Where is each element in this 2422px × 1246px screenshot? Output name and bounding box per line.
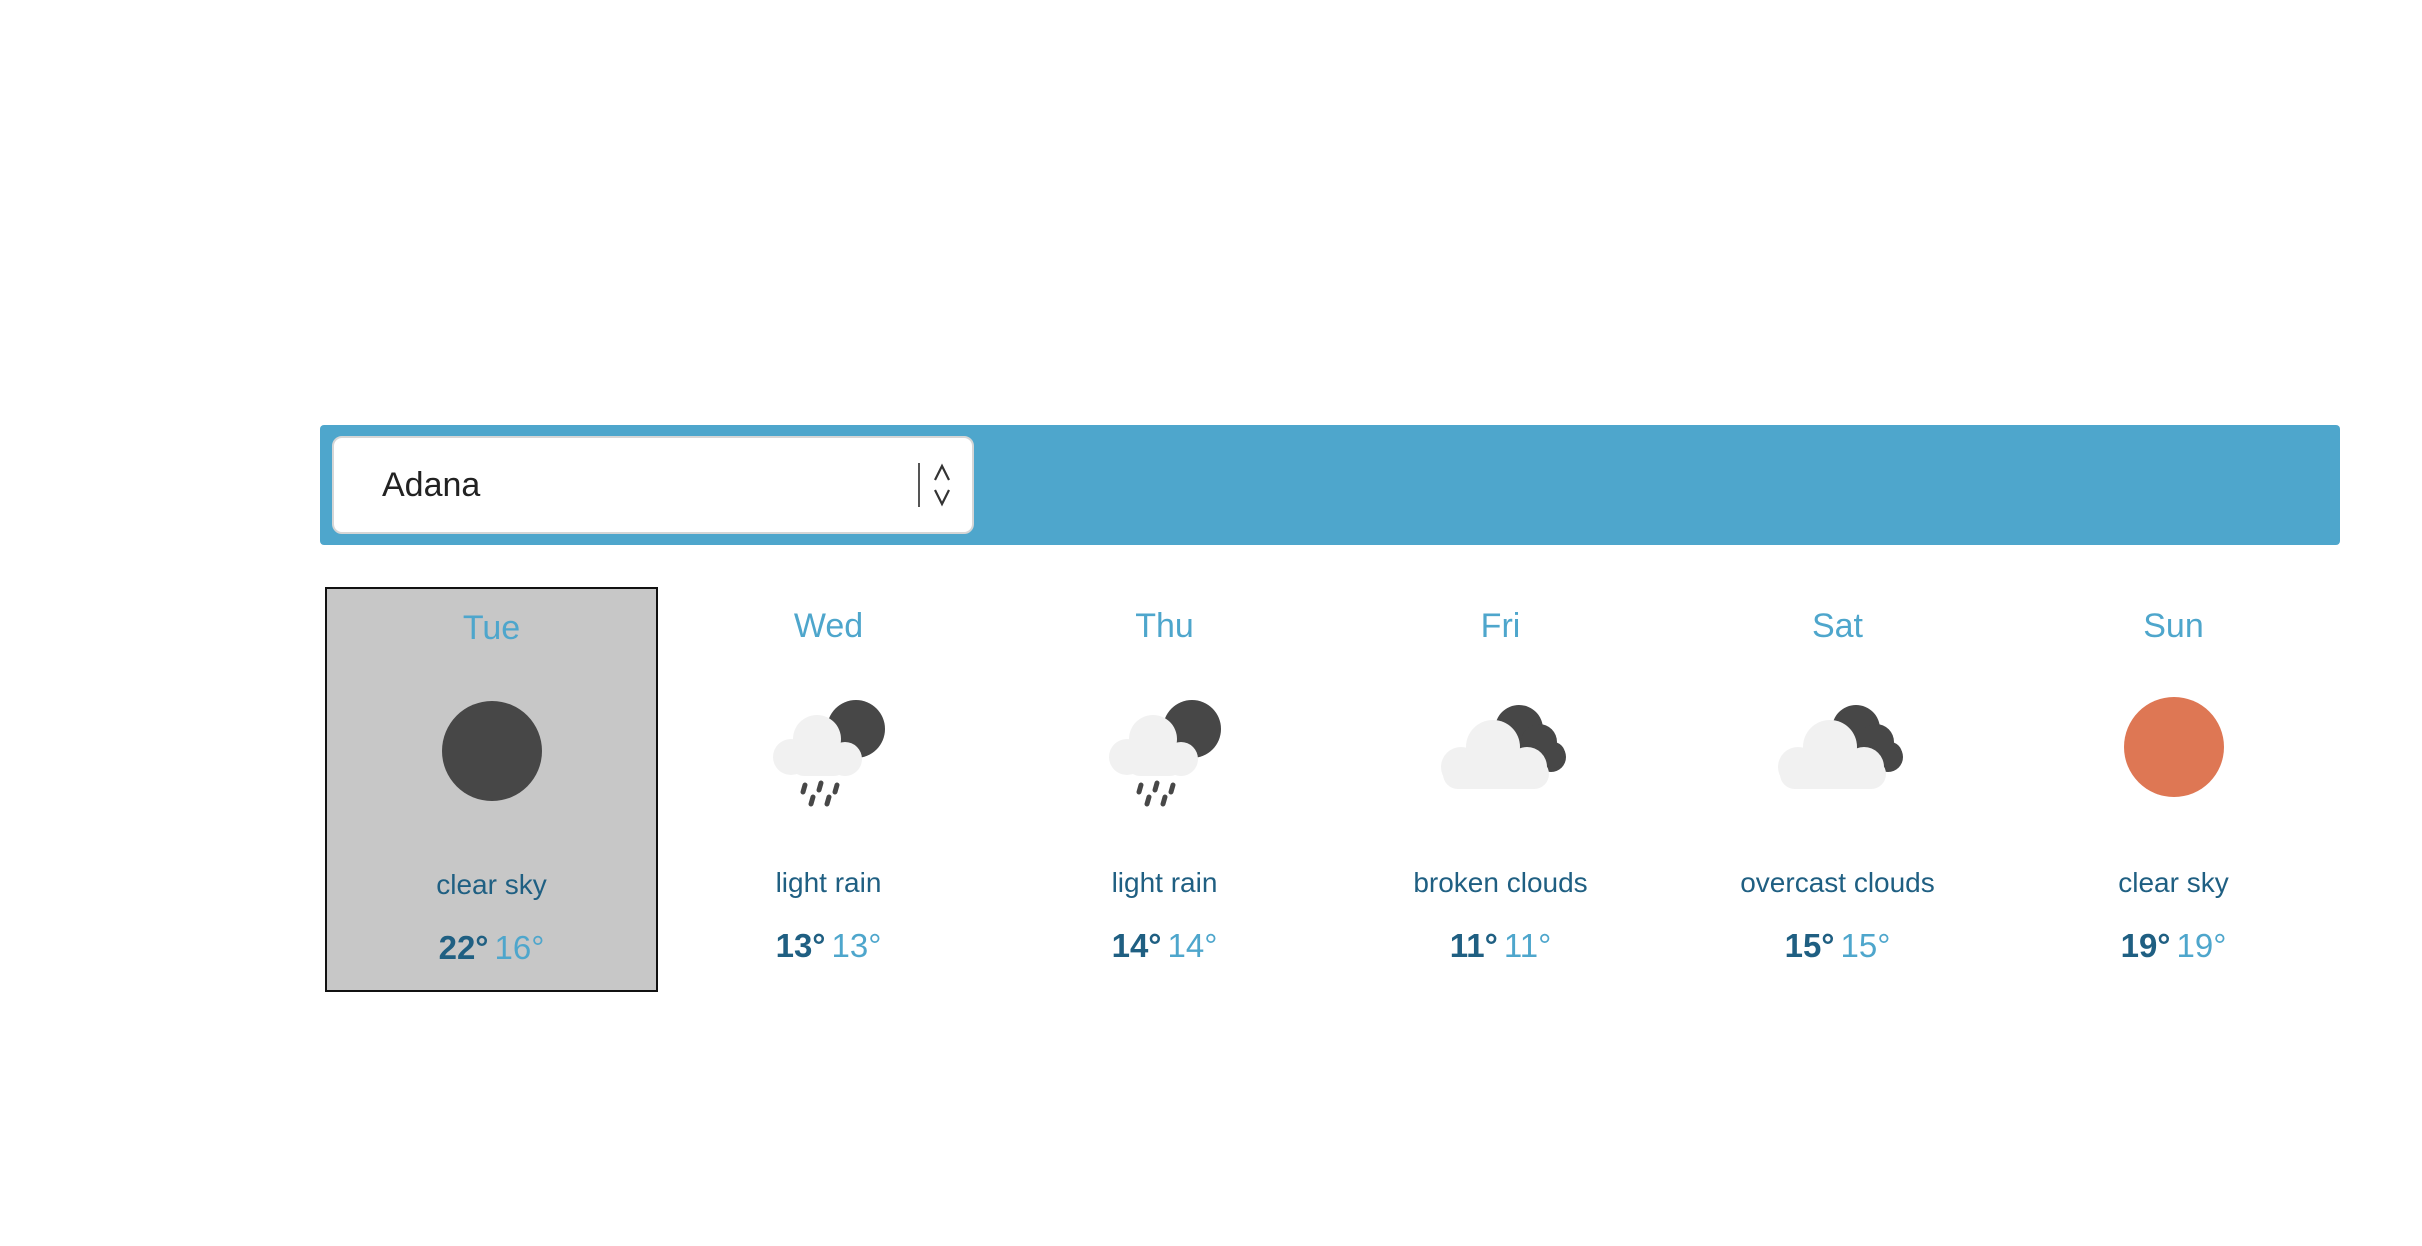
top-bar: Adana <box>320 425 2340 545</box>
forecast-day-wed[interactable]: Wed light rain 13° 13° <box>662 587 995 992</box>
day-name: Sat <box>1811 607 1864 645</box>
temp-high: 19° <box>2120 927 2171 964</box>
day-name: Tue <box>462 609 521 647</box>
weather-description: broken clouds <box>1413 867 1588 898</box>
weather-description: clear sky <box>436 869 547 900</box>
weather-description: overcast clouds <box>1740 867 1935 898</box>
clear-sky-night-icon <box>441 701 542 801</box>
temp-low: 11° <box>1503 927 1552 964</box>
forecast-day-fri[interactable]: Fri broken clouds 11° 11° <box>1334 587 1667 992</box>
temperature-range: 13° 13° <box>662 927 995 965</box>
select-separator <box>918 463 920 507</box>
temp-low: 14° <box>1167 927 1218 964</box>
temp-low: 16° <box>494 929 545 966</box>
day-name: Fri <box>1480 607 1521 645</box>
city-select-value: Adana <box>382 466 481 504</box>
forecast-day-sat[interactable]: Sat overcast clouds 15° 15° <box>1671 587 2004 992</box>
temp-high: 15° <box>1784 927 1835 964</box>
weather-page: Adana Tue clear sky 22° 16° Wed light ra… <box>0 0 2422 1246</box>
weather-description: clear sky <box>2118 867 2229 898</box>
temp-low: 15° <box>1840 927 1891 964</box>
temp-low: 19° <box>2176 927 2227 964</box>
day-name: Sun <box>2143 607 2204 645</box>
forecast-day-tue[interactable]: Tue clear sky 22° 16° <box>325 587 658 992</box>
broken-clouds-icon <box>1440 705 1566 789</box>
temp-high: 14° <box>1111 927 1162 964</box>
temp-low: 13° <box>831 927 882 964</box>
light-rain-night-icon <box>1108 700 1221 807</box>
temp-high: 11° <box>1449 927 1498 964</box>
weather-description: light rain <box>775 867 882 898</box>
forecast-day-thu[interactable]: Thu light rain 14° 14° <box>998 587 1331 992</box>
forecast-list: Tue clear sky 22° 16° Wed light rain 13°… <box>325 587 2337 992</box>
temperature-range: 22° 16° <box>327 929 656 967</box>
city-select[interactable]: Adana <box>332 436 974 534</box>
temperature-range: 14° 14° <box>998 927 1331 965</box>
overcast-clouds-icon <box>1777 705 1903 789</box>
weather-description: light rain <box>1111 867 1218 898</box>
day-name: Thu <box>1135 607 1194 645</box>
light-rain-night-icon <box>772 700 885 807</box>
temperature-range: 15° 15° <box>1671 927 2004 965</box>
forecast-day-sun[interactable]: Sun clear sky 19° 19° <box>2007 587 2340 992</box>
temp-high: 13° <box>775 927 826 964</box>
clear-sky-day-icon <box>2123 697 2224 797</box>
up-down-chevron-icon <box>934 463 950 507</box>
temp-high: 22° <box>438 929 489 966</box>
day-name: Wed <box>793 607 864 645</box>
temperature-range: 19° 19° <box>2007 927 2340 965</box>
temperature-range: 11° 11° <box>1334 927 1667 965</box>
